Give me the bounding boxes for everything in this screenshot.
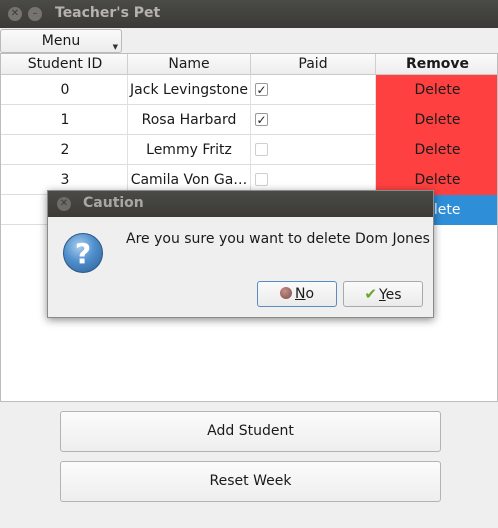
student-name-cell: Lemmy Fritz [128,135,251,165]
paid-checkbox[interactable]: ✓ [255,83,268,96]
table-row: 2 Lemmy Fritz Delete [1,135,497,165]
header-name[interactable]: Name [128,54,251,75]
no-button[interactable]: No [257,281,337,307]
question-icon: ? [63,233,103,273]
caution-dialog: ✕ Caution ? Are you sure you want to del… [47,190,434,318]
dropdown-arrow-icon: ▼ [112,43,118,51]
dialog-title-bar: ✕ Caution [48,191,433,217]
paid-cell: ✓ [251,75,376,105]
reset-week-button[interactable]: Reset Week [60,461,441,502]
delete-button[interactable]: Delete [376,75,497,105]
no-button-mnemonic: N [294,286,306,302]
table-row: 1 Rosa Harbard ✓ Delete [1,105,497,135]
yes-button-label: es [385,287,402,303]
paid-checkbox[interactable]: ✓ [255,113,268,126]
delete-button[interactable]: Delete [376,105,497,135]
yes-button-mnemonic: Y [378,287,386,303]
student-name-cell: Jack Levingstone [128,75,251,105]
table-row: 0 Jack Levingstone ✓ Delete [1,75,497,105]
menu-button[interactable]: Menu ▼ [0,29,122,53]
header-remove[interactable]: Remove [376,54,497,75]
table-header: Student ID Name Paid Remove [1,54,497,75]
add-student-button[interactable]: Add Student [60,411,441,452]
student-id-cell: 1 [3,105,128,135]
paid-cell [251,135,376,165]
yes-button[interactable]: ✔ Yes [343,281,423,307]
menu-button-label: Menu [41,33,81,49]
checkmark-icon: ✔ [364,285,377,303]
paid-checkbox[interactable] [255,173,268,186]
title-bar: ✕ – Teacher's Pet [0,0,498,28]
header-student-id[interactable]: Student ID [3,54,128,75]
delete-button[interactable]: Delete [376,135,497,165]
dialog-title: Caution [83,195,144,211]
no-icon [279,287,292,299]
student-name-cell: Rosa Harbard [128,105,251,135]
student-id-cell: 0 [3,75,128,105]
dialog-message: Are you sure you want to delete Dom Jone… [126,231,430,247]
minimize-window-icon[interactable]: – [28,7,42,21]
dialog-close-icon[interactable]: ✕ [57,197,71,211]
paid-cell: ✓ [251,105,376,135]
paid-checkbox[interactable] [255,143,268,156]
header-paid[interactable]: Paid [251,54,376,75]
close-window-icon[interactable]: ✕ [8,7,22,21]
window-title: Teacher's Pet [55,5,161,21]
student-id-cell: 2 [3,135,128,165]
no-button-label: o [305,286,315,302]
